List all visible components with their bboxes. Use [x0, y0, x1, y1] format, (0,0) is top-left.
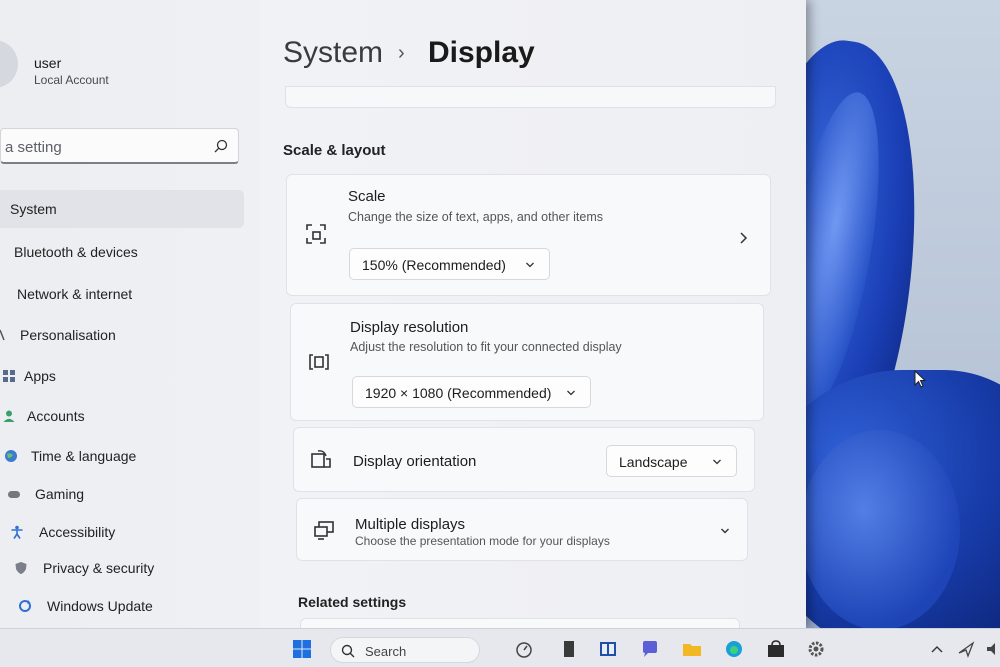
multiple-displays-title: Multiple displays	[355, 516, 466, 533]
sidebar-item-label: Accessibility	[39, 524, 116, 540]
wallpaper-bloom-shape	[800, 430, 960, 630]
sidebar-item-bluetooth[interactable]: Bluetooth & devices	[0, 233, 250, 271]
shield-icon	[15, 562, 27, 574]
sidebar-item-label: Network & internet	[17, 286, 133, 302]
sidebar-item-apps[interactable]: Apps	[0, 357, 250, 395]
chevron-down-icon[interactable]	[720, 526, 730, 536]
sidebar-item-accounts[interactable]: Accounts	[0, 397, 250, 435]
previous-card-edge	[285, 86, 776, 108]
sidebar-item-time-language[interactable]: Time & language	[0, 437, 250, 475]
taskbar-search[interactable]: Search	[330, 637, 480, 663]
taskbar-search-label: Search	[365, 644, 407, 659]
person-icon	[3, 410, 15, 422]
file-explorer-icon[interactable]	[682, 639, 702, 659]
scale-dropdown-value: 150% (Recommended)	[362, 257, 506, 273]
sidebar-item-label: System	[10, 201, 57, 217]
sidebar-item-label: Personalisation	[20, 327, 116, 343]
sidebar-item-label: Apps	[24, 368, 56, 384]
resolution-dropdown-value: 1920 × 1080 (Recommended)	[365, 385, 552, 401]
multiple-displays-icon	[314, 521, 334, 540]
accessibility-icon	[11, 525, 23, 539]
globe-icon	[5, 450, 17, 462]
sidebar-item-accessibility[interactable]: Accessibility	[0, 513, 250, 551]
sidebar-item-personalisation[interactable]: Personalisation	[0, 316, 250, 354]
chevron-down-icon	[526, 262, 534, 268]
multiple-displays-subtitle: Choose the presentation mode for your di…	[355, 534, 610, 548]
resolution-title: Display resolution	[350, 319, 469, 336]
scale-icon	[306, 224, 326, 244]
section-heading-related-settings: Related settings	[298, 594, 407, 610]
file-icon[interactable]	[560, 639, 580, 659]
sidebar-item-label: Windows Update	[47, 598, 153, 614]
sidebar-item-label: Bluetooth & devices	[14, 244, 138, 260]
multiple-displays-card[interactable]: Multiple displays Choose the presentatio…	[296, 498, 748, 561]
orientation-title: Display orientation	[353, 453, 477, 470]
mouse-cursor-icon	[914, 370, 926, 388]
search-icon[interactable]	[214, 139, 228, 153]
sidebar-item-privacy-security[interactable]: Privacy & security	[0, 549, 250, 587]
orientation-icon	[311, 450, 331, 468]
sidebar-item-gaming[interactable]: Gaming	[0, 475, 250, 513]
breadcrumb-system-link[interactable]: System	[283, 36, 383, 70]
scale-card[interactable]: Scale Change the size of text, apps, and…	[286, 174, 771, 296]
chevron-down-icon	[567, 390, 575, 396]
sidebar-item-windows-update[interactable]: Windows Update	[0, 587, 250, 625]
resolution-icon	[309, 354, 329, 370]
user-name: user	[34, 55, 62, 71]
orientation-card: Display orientation Landscape	[293, 427, 755, 492]
scale-title: Scale	[348, 188, 386, 205]
sidebar-item-label: Time & language	[31, 448, 137, 464]
timer-icon[interactable]	[514, 639, 534, 659]
page-title: Display	[428, 36, 535, 69]
apps-icon	[3, 370, 15, 382]
search-input[interactable]: a setting	[0, 128, 239, 164]
sidebar-item-label: Gaming	[35, 486, 85, 502]
sidebar-item-label: Privacy & security	[43, 560, 155, 576]
search-icon	[341, 644, 355, 658]
network-status-icon[interactable]	[956, 639, 976, 659]
sidebar-item-system[interactable]: System	[0, 190, 244, 228]
orientation-dropdown-value: Landscape	[619, 454, 688, 470]
settings-gear-icon[interactable]	[806, 639, 826, 659]
related-settings-card[interactable]	[300, 618, 740, 628]
resolution-dropdown[interactable]: 1920 × 1080 (Recommended)	[352, 376, 591, 408]
sidebar-item-label: Accounts	[27, 408, 85, 424]
scale-dropdown[interactable]: 150% (Recommended)	[349, 248, 550, 280]
resolution-card[interactable]: Display resolution Adjust the resolution…	[290, 303, 764, 421]
taskbar: Search	[0, 628, 1000, 667]
task-view-icon[interactable]	[598, 639, 618, 659]
sidebar-item-network[interactable]: Network & internet	[0, 275, 250, 313]
section-heading-scale-layout: Scale & layout	[283, 142, 386, 159]
orientation-dropdown[interactable]: Landscape	[606, 445, 737, 477]
store-icon[interactable]	[766, 639, 786, 659]
chevron-down-icon	[713, 459, 721, 465]
avatar[interactable]	[0, 40, 18, 88]
search-placeholder: a setting	[5, 139, 62, 156]
update-icon	[19, 600, 31, 612]
scale-subtitle: Change the size of text, apps, and other…	[348, 210, 604, 224]
windows-start-icon[interactable]	[292, 639, 312, 659]
brush-icon	[0, 329, 5, 341]
chevron-right-icon[interactable]	[738, 231, 748, 245]
account-type: Local Account	[34, 73, 109, 87]
settings-window: user Local Account a setting System Blue…	[0, 0, 806, 628]
gamepad-icon	[8, 491, 20, 498]
volume-icon[interactable]	[984, 639, 1000, 659]
breadcrumb-separator: ›	[398, 42, 405, 64]
resolution-subtitle: Adjust the resolution to fit your connec…	[350, 340, 622, 354]
sidebar: user Local Account a setting System Blue…	[0, 0, 260, 628]
chat-icon[interactable]	[640, 639, 660, 659]
chevron-up-icon[interactable]	[930, 639, 944, 659]
edge-browser-icon[interactable]	[724, 639, 744, 659]
